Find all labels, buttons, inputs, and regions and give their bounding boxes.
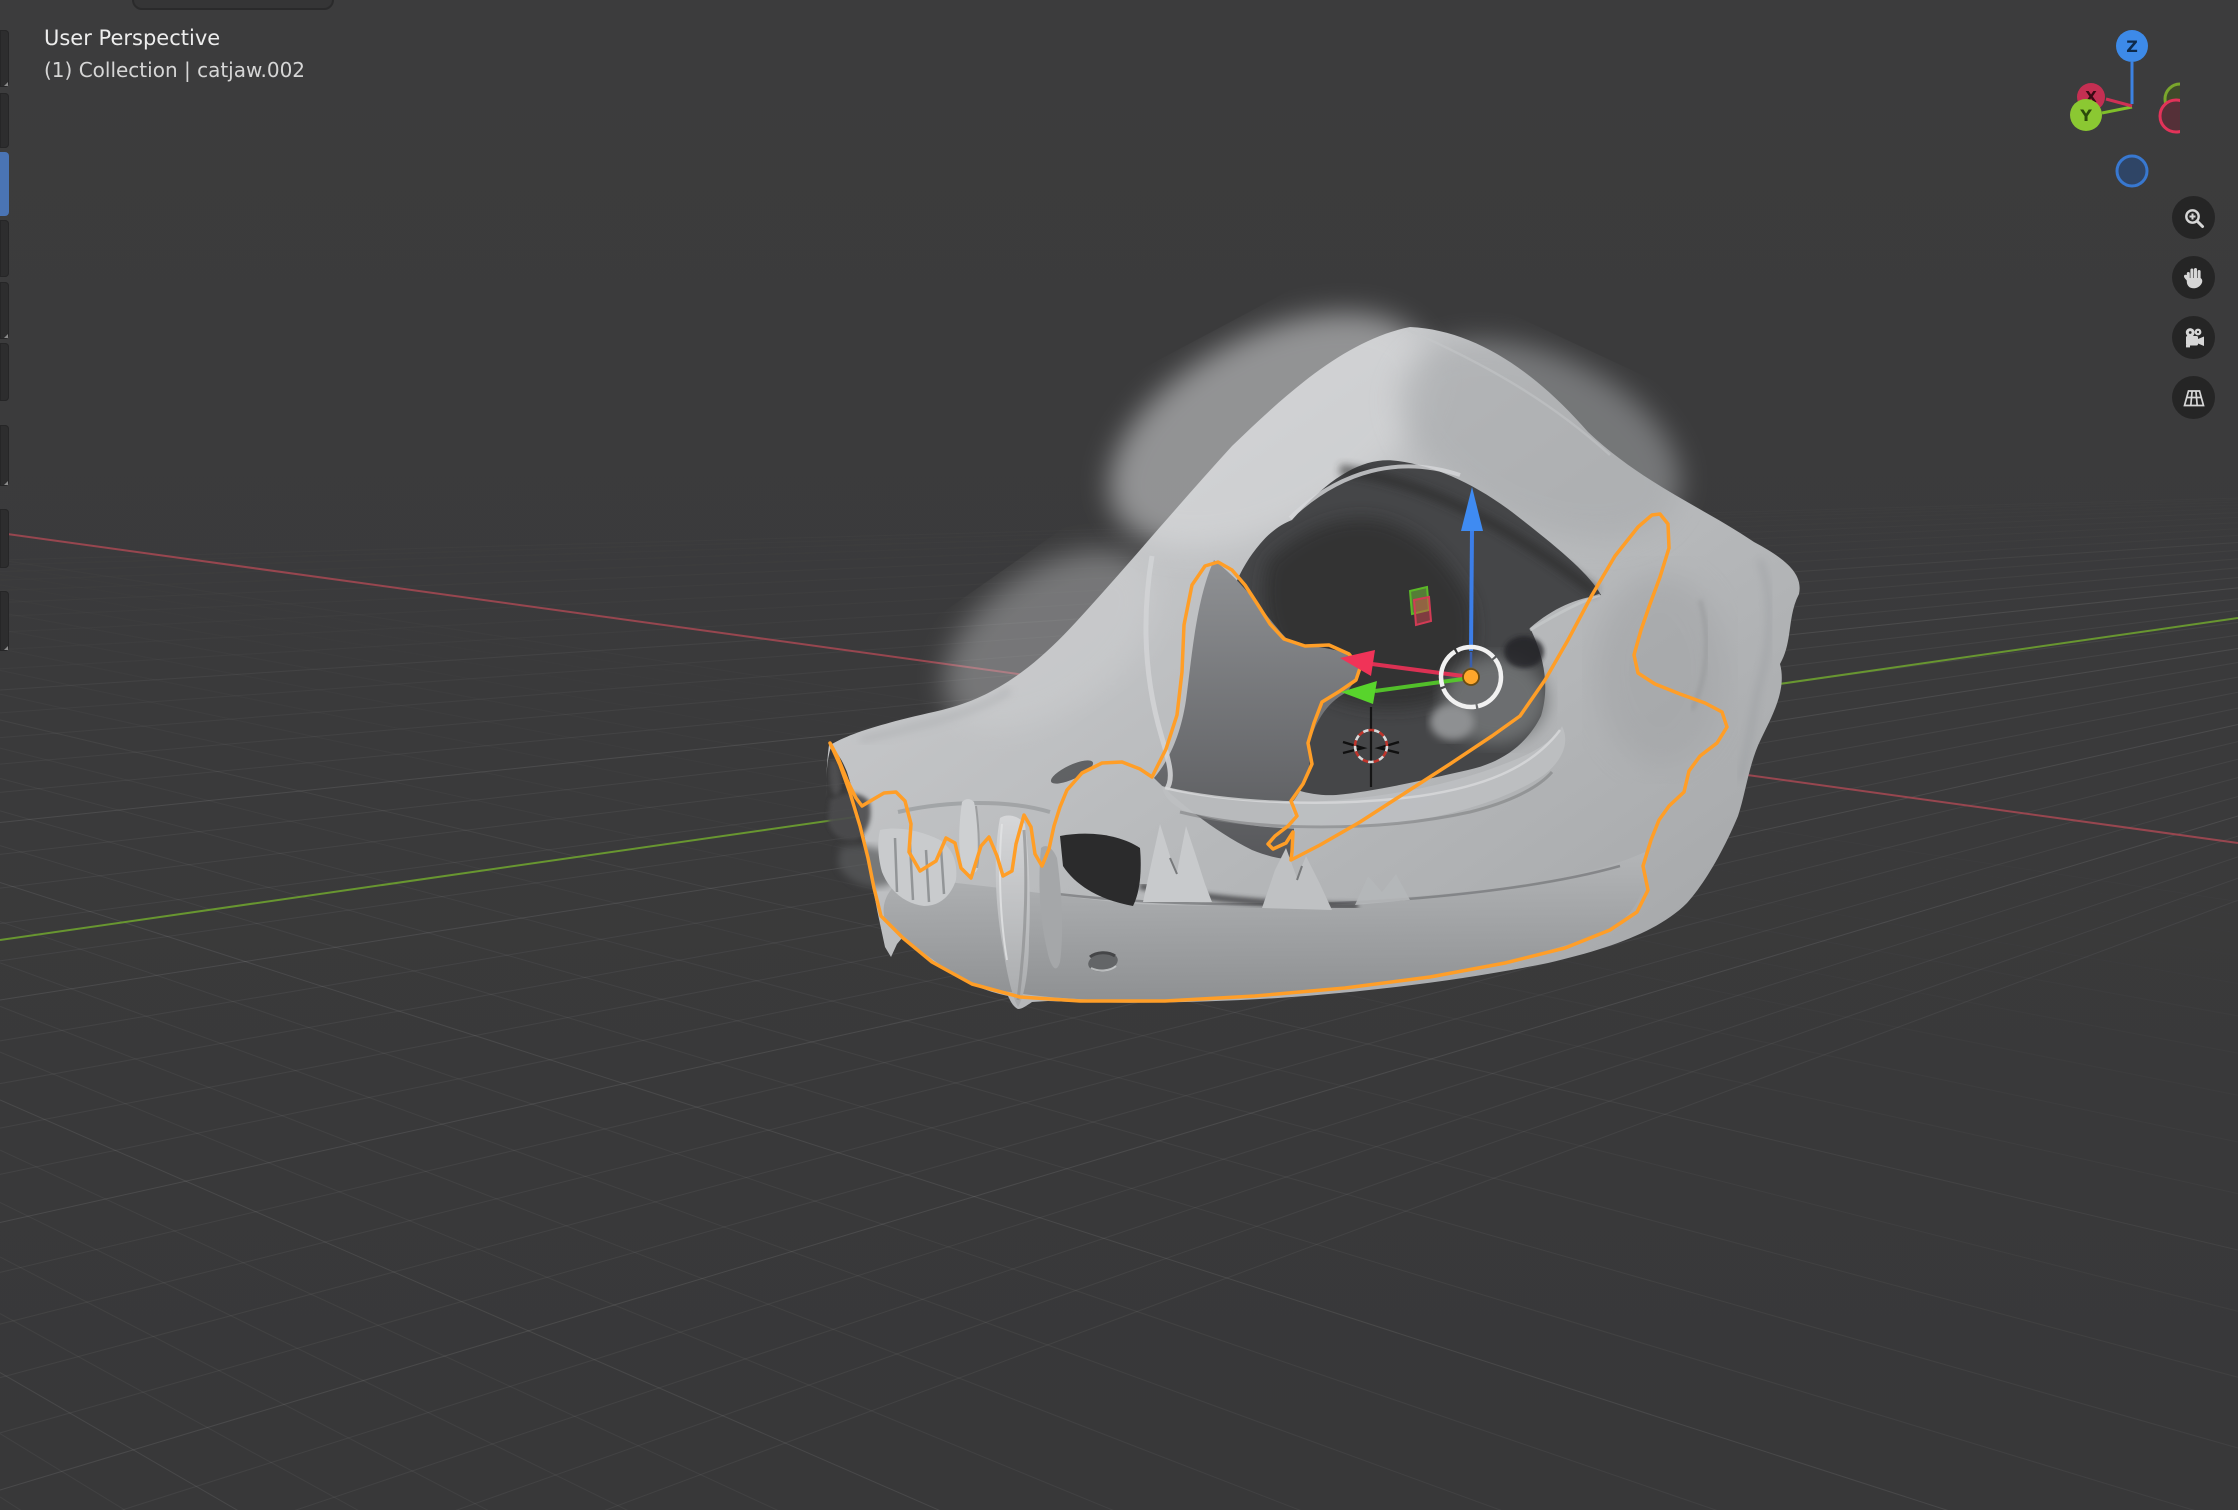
camera-view-button[interactable] <box>2172 316 2215 359</box>
hand-icon <box>2181 265 2207 291</box>
gizmo-origin-dot[interactable] <box>1463 669 1479 685</box>
movie-camera-icon <box>2180 324 2208 352</box>
viewport-controls <box>2172 196 2216 436</box>
tool-button-6[interactable] <box>0 343 9 401</box>
zoom-button[interactable] <box>2172 196 2215 239</box>
nav-axis-neg-x[interactable] <box>2160 100 2180 132</box>
grid-perspective-icon <box>2179 383 2209 413</box>
nav-axis-neg-z[interactable] <box>2117 156 2147 186</box>
tool-button-7[interactable] <box>0 425 9 486</box>
projection-toggle-button[interactable] <box>2172 376 2215 419</box>
3d-viewport[interactable]: X Y Z <box>0 0 2238 1510</box>
navigation-gizmo[interactable]: X Y Z <box>2050 10 2180 210</box>
tool-button-4[interactable] <box>0 220 9 277</box>
tool-button-8[interactable] <box>0 509 9 568</box>
magnifier-plus-icon <box>2181 205 2207 231</box>
tool-sidebar <box>0 0 10 1510</box>
tool-button-3-active[interactable] <box>0 152 9 216</box>
tool-button-1[interactable] <box>0 30 9 87</box>
tool-button-2[interactable] <box>0 93 9 148</box>
tool-button-5[interactable] <box>0 282 9 339</box>
nav-axis-y[interactable]: Y <box>2070 99 2102 131</box>
pan-button[interactable] <box>2172 256 2215 299</box>
skull-model[interactable] <box>826 264 1800 1009</box>
nav-axis-z[interactable]: Z <box>2116 30 2148 62</box>
header-panel-edge <box>132 0 334 10</box>
tool-button-9[interactable] <box>0 591 9 651</box>
svg-text:Z: Z <box>2126 37 2138 56</box>
svg-text:Y: Y <box>2079 106 2092 125</box>
